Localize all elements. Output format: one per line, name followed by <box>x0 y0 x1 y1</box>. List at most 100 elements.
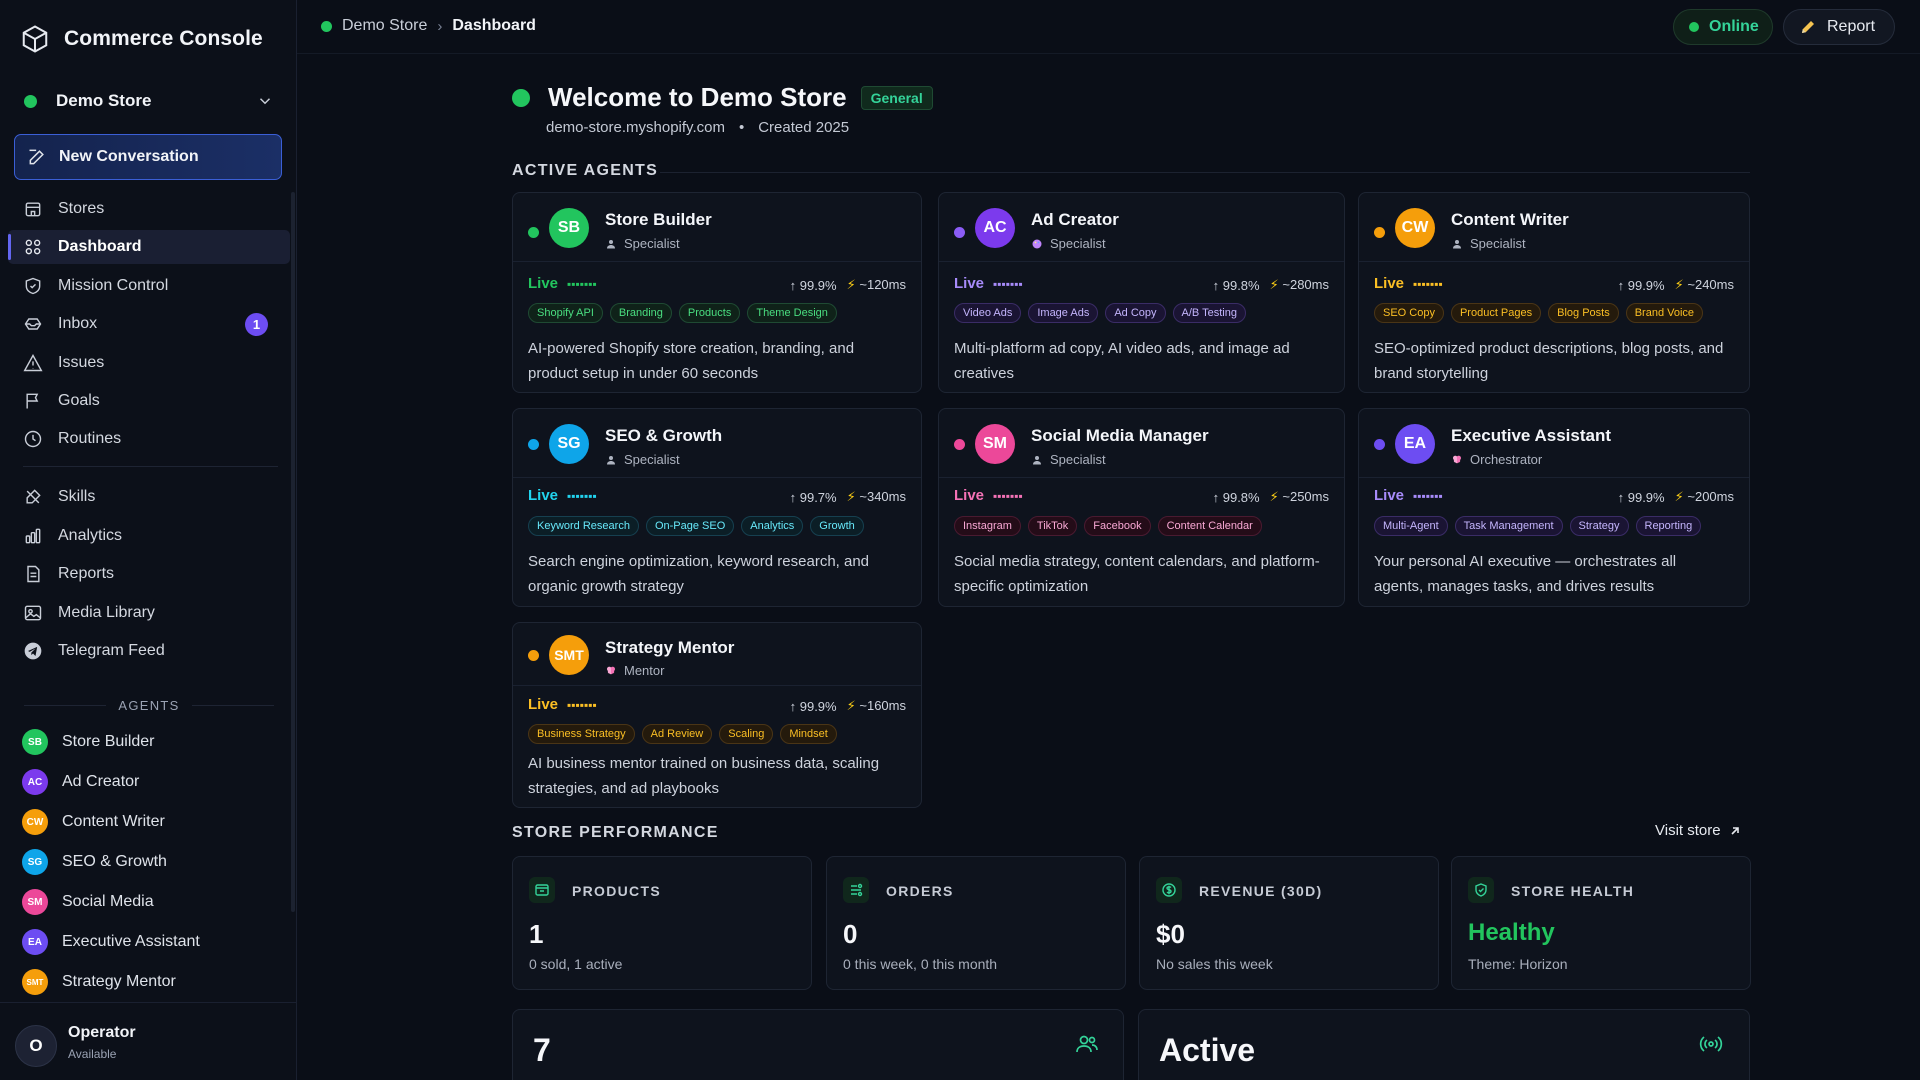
lightning-icon: ⚡ <box>1674 489 1684 504</box>
store-icon <box>25 202 41 217</box>
agent-metrics: ↑ 99.9% ⚡ ~240ms <box>1617 277 1734 293</box>
sidebar-agent-seo-growth[interactable]: SG SEO & Growth <box>22 842 282 882</box>
tag: A/B Testing <box>1172 303 1246 323</box>
agent-name: Executive Assistant <box>62 933 200 950</box>
report-icon <box>27 565 40 583</box>
agent-avatar: SB <box>22 729 48 755</box>
agent-role: Specialist <box>1031 236 1106 251</box>
agent-role: Mentor <box>605 663 664 678</box>
agent-avatar: SB <box>549 208 589 248</box>
agent-card-strategy-mentor[interactable]: SMT Strategy Mentor Mentor Live ▪▪▪▪▪▪▪ ↑… <box>512 622 922 808</box>
report-label: Report <box>1827 18 1876 35</box>
status-dot <box>1374 439 1385 450</box>
agent-avatar: SMT <box>22 969 48 995</box>
sidebar-item-dashboard[interactable]: Dashboard <box>8 230 290 265</box>
lightning-icon: ⚡ <box>846 277 856 292</box>
sidebar-item-routines[interactable]: Routines <box>8 422 290 456</box>
sidebar-agent-content-writer[interactable]: CW Content Writer <box>22 802 282 842</box>
sidebar-agent-social-media[interactable]: SM Social Media <box>22 882 282 922</box>
status-dot <box>528 650 539 661</box>
store-created: Created 2025 <box>758 119 850 136</box>
agent-card-ad-creator[interactable]: AC Ad Creator Specialist Live ▪▪▪▪▪▪▪ ↑ 9… <box>938 192 1345 393</box>
agents-count-card[interactable]: 7 <box>512 1009 1124 1080</box>
sidebar-item-label: Goals <box>58 391 100 409</box>
visit-store-link[interactable]: Visit store <box>1655 822 1741 839</box>
store-status-dot <box>512 88 530 107</box>
sidebar-agent-executive-assistant[interactable]: EA Executive Assistant <box>22 922 282 962</box>
agent-card-store-builder[interactable]: SB Store Builder Specialist Live ▪▪▪▪▪▪▪ … <box>512 192 922 393</box>
sidebar-agent-store-builder[interactable]: SB Store Builder <box>22 722 282 762</box>
stat-card-products[interactable]: PRODUCTS 1 0 sold, 1 active <box>512 856 812 990</box>
sidebar-agent-ad-creator[interactable]: AC Ad Creator <box>22 762 282 802</box>
live-status: Live ▪▪▪▪▪▪▪ <box>528 696 597 713</box>
edit-icon <box>29 149 44 165</box>
sidebar: Commerce Console Demo Store New Conversa… <box>0 0 297 1080</box>
system-status-card[interactable]: Active <box>1138 1009 1750 1080</box>
sidebar-item-label: Stores <box>58 200 105 217</box>
sidebar-item-telegram-feed[interactable]: Telegram Feed <box>8 634 290 668</box>
agent-tags: Instagram TikTok Facebook Content Calend… <box>954 516 1262 536</box>
breadcrumb-current: Dashboard <box>452 17 536 34</box>
user-profile[interactable]: O Operator Available <box>0 1002 297 1080</box>
sidebar-item-skills[interactable]: Skills <box>8 480 290 514</box>
tag: Task Management <box>1454 516 1563 536</box>
sidebar-scrollbar[interactable] <box>291 192 295 912</box>
sidebar-agent-list: SB Store Builder AC Ad Creator CW Conten… <box>22 722 282 1002</box>
agent-card-social-media-manager[interactable]: SM Social Media Manager Specialist Live ▪… <box>938 408 1345 607</box>
sidebar-item-reports[interactable]: Reports <box>8 557 290 591</box>
store-category-badge: General <box>860 85 933 110</box>
sidebar-item-issues[interactable]: Issues <box>8 346 290 380</box>
stat-subtext: Theme: Horizon <box>1468 956 1568 972</box>
agent-name: Executive Assistant <box>1451 426 1611 445</box>
live-status: Live ▪▪▪▪▪▪▪ <box>954 487 1023 504</box>
stat-card-store-health[interactable]: STORE HEALTH Healthy Theme: Horizon <box>1451 856 1751 990</box>
sidebar-item-analytics[interactable]: Analytics <box>8 519 290 553</box>
card-divider <box>1359 261 1749 262</box>
agent-avatar: EA <box>22 929 48 955</box>
agent-name: Strategy Mentor <box>62 973 176 990</box>
agent-description: AI-powered Shopify store creation, brand… <box>528 340 855 382</box>
agent-card-seo-growth[interactable]: SG SEO & Growth Specialist Live ▪▪▪▪▪▪▪ ↑… <box>512 408 922 607</box>
sidebar-agent-strategy-mentor[interactable]: SMT Strategy Mentor <box>22 962 282 1002</box>
chevron-right-icon: › <box>437 17 443 35</box>
user-status: Available <box>68 1047 117 1061</box>
sidebar-item-media-library[interactable]: Media Library <box>8 596 290 630</box>
flag-icon <box>26 393 39 409</box>
section-divider <box>660 172 1750 173</box>
agent-metrics: ↑ 99.9% ⚡ ~120ms <box>789 277 906 293</box>
live-status: Live ▪▪▪▪▪▪▪ <box>954 275 1023 292</box>
tag: Analytics <box>741 516 804 536</box>
agent-avatar: AC <box>22 769 48 795</box>
breadcrumb-store[interactable]: Demo Store <box>342 17 427 35</box>
agent-name: Social Media <box>62 893 154 910</box>
health-shield-icon <box>1468 877 1494 903</box>
sidebar-item-label: Media Library <box>58 603 155 621</box>
agent-avatar: CW <box>1395 208 1435 248</box>
tag: Strategy <box>1569 516 1629 536</box>
sidebar-item-label: Skills <box>58 488 96 506</box>
stat-label: STORE HEALTH <box>1511 883 1635 899</box>
inbox-icon <box>24 318 42 330</box>
stat-card-revenue[interactable]: REVENUE (30D) $0 No sales this week <box>1139 856 1439 990</box>
agent-tags: Video Ads Image Ads Ad Copy A/B Testing <box>954 303 1246 323</box>
sidebar-item-mission-control[interactable]: Mission Control <box>8 269 290 303</box>
store-status-dot <box>321 20 332 32</box>
agent-name: Content Writer <box>1451 210 1569 229</box>
chevron-down-icon <box>259 98 271 105</box>
agent-metrics: ↑ 99.8% ⚡ ~250ms <box>1212 489 1329 505</box>
online-status-button[interactable]: Online <box>1673 9 1773 45</box>
cube-logo-icon <box>22 25 48 53</box>
agent-card-content-writer[interactable]: CW Content Writer Specialist Live ▪▪▪▪▪▪▪… <box>1358 192 1750 393</box>
lightning-icon: ⚡ <box>1269 489 1279 504</box>
sidebar-item-stores[interactable]: Stores <box>8 192 290 226</box>
brand[interactable]: Commerce Console <box>20 24 263 54</box>
sidebar-item-goals[interactable]: Goals <box>8 384 290 418</box>
products-icon <box>529 877 555 903</box>
store-switcher[interactable]: Demo Store <box>24 91 274 111</box>
report-button[interactable]: Report <box>1783 9 1895 45</box>
new-conversation-button[interactable]: New Conversation <box>14 134 282 180</box>
stat-card-orders[interactable]: ORDERS 0 0 this week, 0 this month <box>826 856 1126 990</box>
agent-avatar: AC <box>975 208 1015 248</box>
agent-card-executive-assistant[interactable]: EA Executive Assistant Orchestrator Live… <box>1358 408 1750 607</box>
sidebar-item-inbox[interactable]: Inbox 1 <box>8 307 290 341</box>
